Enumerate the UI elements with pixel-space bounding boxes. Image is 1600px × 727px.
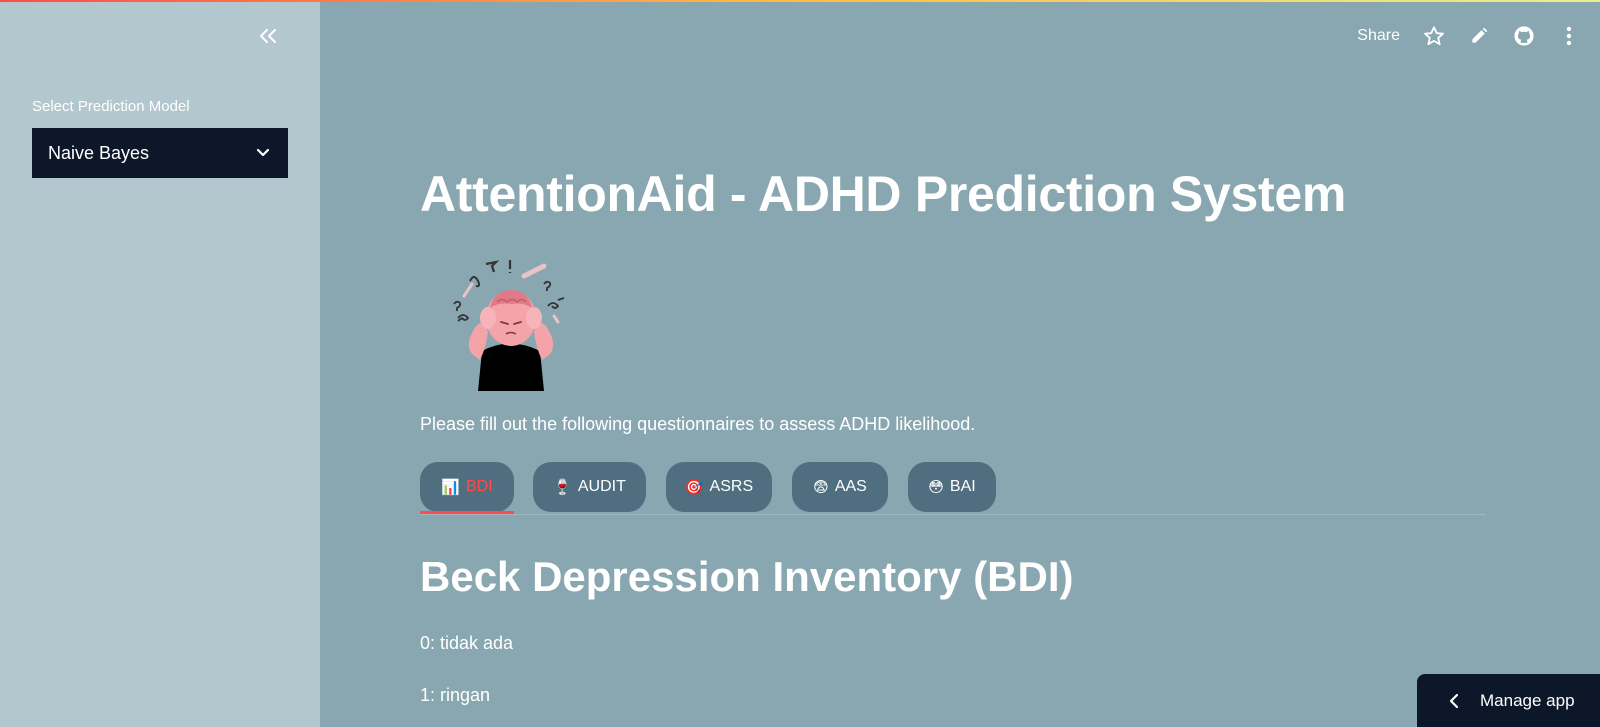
chevron-left-icon: [1449, 693, 1459, 708]
double-chevron-left-icon: [260, 29, 276, 43]
tab-bai[interactable]: 😳 BAI: [908, 462, 996, 512]
active-tab-indicator: [420, 511, 514, 514]
collapse-sidebar-button[interactable]: [254, 24, 282, 48]
model-select[interactable]: Naive Bayes: [32, 128, 288, 178]
header-toolbar: Share: [1357, 14, 1600, 58]
tab-label: AAS: [834, 478, 867, 495]
tab-bdi[interactable]: 📊 BDI: [420, 462, 514, 512]
decoration-stripe: [0, 0, 1600, 2]
legend-item: 0: tidak ada: [420, 633, 514, 653]
wine-glass-icon: 🍷: [553, 478, 572, 496]
share-button[interactable]: Share: [1357, 27, 1400, 45]
star-button[interactable]: [1420, 22, 1448, 50]
main-menu-button[interactable]: [1555, 22, 1583, 50]
edit-button[interactable]: [1465, 22, 1493, 50]
star-icon: [1424, 26, 1444, 46]
github-button[interactable]: [1510, 22, 1538, 50]
tab-label: BDI: [466, 478, 493, 495]
manage-app-label: Manage app: [1480, 690, 1575, 710]
chevron-down-icon: [256, 148, 270, 157]
sidebar: Select Prediction Model Naive Bayes: [0, 0, 320, 727]
manage-app-button[interactable]: Manage app: [1417, 674, 1600, 727]
model-select-value: Naive Bayes: [48, 142, 150, 163]
section-title: Beck Depression Inventory (BDI): [420, 553, 1074, 600]
questionnaire-tabs: 📊 BDI 🍷 AUDIT 🎯 ASRS 😨 AAS 😳 BAI: [420, 462, 1486, 515]
more-vertical-icon: [1566, 26, 1572, 46]
github-icon: [1514, 26, 1534, 46]
model-select-label: Select Prediction Model: [32, 98, 190, 115]
tab-audit[interactable]: 🍷 AUDIT: [533, 462, 646, 512]
tab-asrs[interactable]: 🎯 ASRS: [666, 462, 772, 512]
flushed-face-icon: 😳: [928, 478, 944, 496]
tab-label: BAI: [949, 478, 976, 495]
legend-item: 1: ringan: [420, 685, 491, 705]
tab-aas[interactable]: 😨 AAS: [792, 462, 888, 512]
bar-chart-icon: 📊: [441, 478, 460, 496]
target-icon: 🎯: [684, 478, 704, 496]
tab-label: AUDIT: [577, 478, 626, 495]
page-title: AttentionAid - ADHD Prediction System: [420, 166, 1346, 222]
intro-text: Please fill out the following questionna…: [420, 414, 976, 434]
tab-label: ASRS: [709, 478, 754, 495]
fearful-face-icon: 😨: [813, 478, 829, 496]
pencil-icon: [1472, 27, 1488, 43]
stressed-person-illustration: [453, 260, 565, 391]
